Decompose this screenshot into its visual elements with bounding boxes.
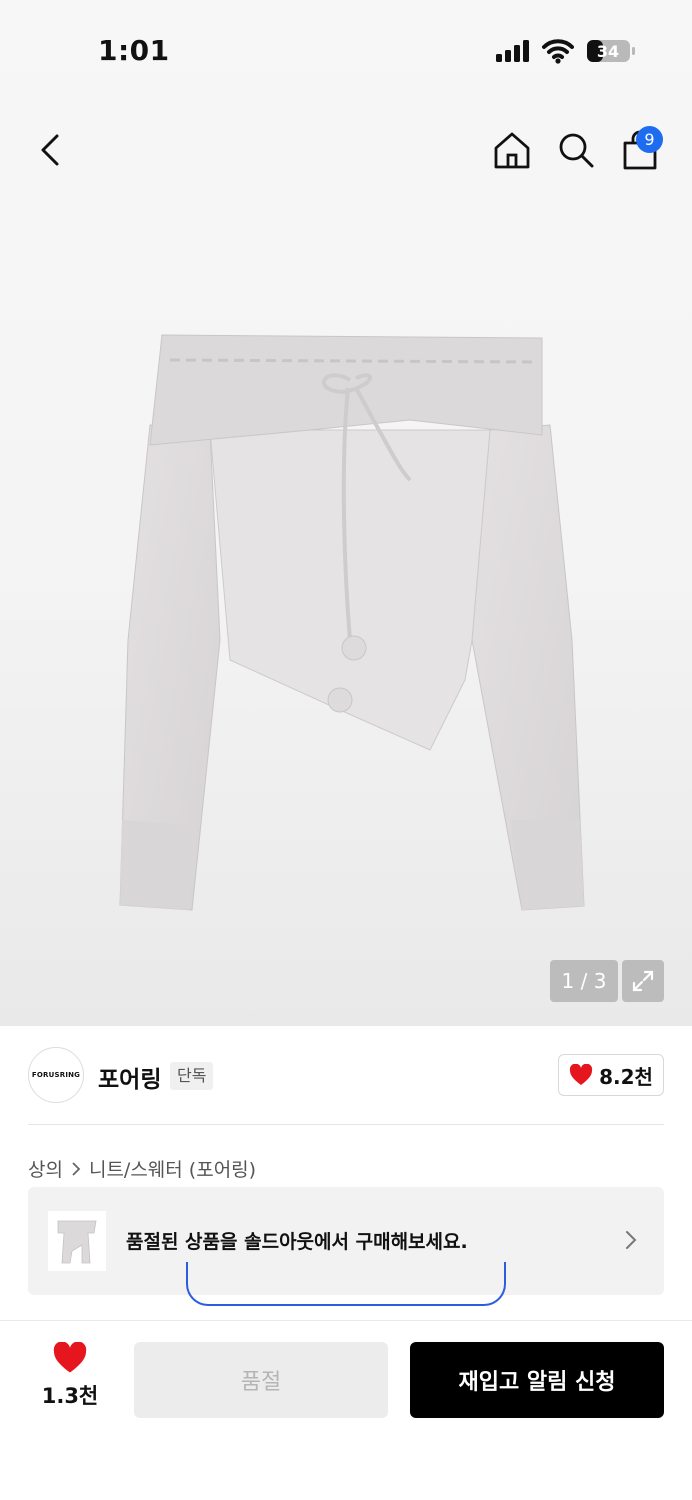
favorite-count: 1.3천: [41, 1384, 99, 1408]
image-pager: 1 / 3: [550, 960, 618, 1002]
breadcrumb: 상의 니트/스웨터 (포어링): [28, 1155, 256, 1182]
search-icon: [559, 133, 594, 168]
breadcrumb-item-top[interactable]: 상의: [28, 1155, 63, 1182]
brand-name[interactable]: 포어링: [98, 1060, 161, 1094]
wifi-icon: [542, 39, 574, 64]
back-icon: [41, 134, 59, 166]
chevron-right-icon: [72, 1161, 81, 1176]
expand-icon: [632, 970, 654, 992]
status-time: 1:01: [98, 34, 170, 67]
search-button[interactable]: [552, 126, 600, 174]
cellular-signal-icon: [496, 40, 529, 62]
favorite-button[interactable]: 1.3천: [34, 1342, 106, 1412]
soldout-button: 품절: [134, 1342, 388, 1418]
expand-button[interactable]: [622, 960, 664, 1002]
soldout-thumbnail: [48, 1211, 106, 1271]
product-image: [119, 334, 585, 911]
divider: [28, 1124, 664, 1125]
cart-count-badge: 9: [636, 126, 663, 153]
breadcrumb-item-knit[interactable]: 니트/스웨터 (포어링): [89, 1155, 256, 1182]
battery-icon: 34: [586, 39, 636, 63]
brand-like-count: 8.2천: [599, 1064, 653, 1089]
exclusive-badge: 단독: [170, 1062, 214, 1090]
home-icon: [494, 132, 530, 169]
brand-like-button[interactable]: 8.2천: [558, 1054, 664, 1096]
heart-icon: [53, 1342, 87, 1373]
brand-logo[interactable]: FORUSRING: [28, 1047, 84, 1103]
back-button[interactable]: [26, 126, 74, 174]
restock-alert-button[interactable]: 재입고 알림 신청: [410, 1342, 664, 1418]
brand-logo-text: FORUSRING: [31, 1071, 81, 1079]
chevron-right-icon: [626, 1231, 637, 1249]
soldout-banner-text: 품절된 상품을 솔드아웃에서 구매해보세요.: [126, 1231, 468, 1253]
heart-icon: [569, 1064, 593, 1085]
home-button[interactable]: [488, 126, 536, 174]
battery-level: 34: [596, 41, 620, 61]
scrolled-outline-button: [186, 1262, 506, 1306]
